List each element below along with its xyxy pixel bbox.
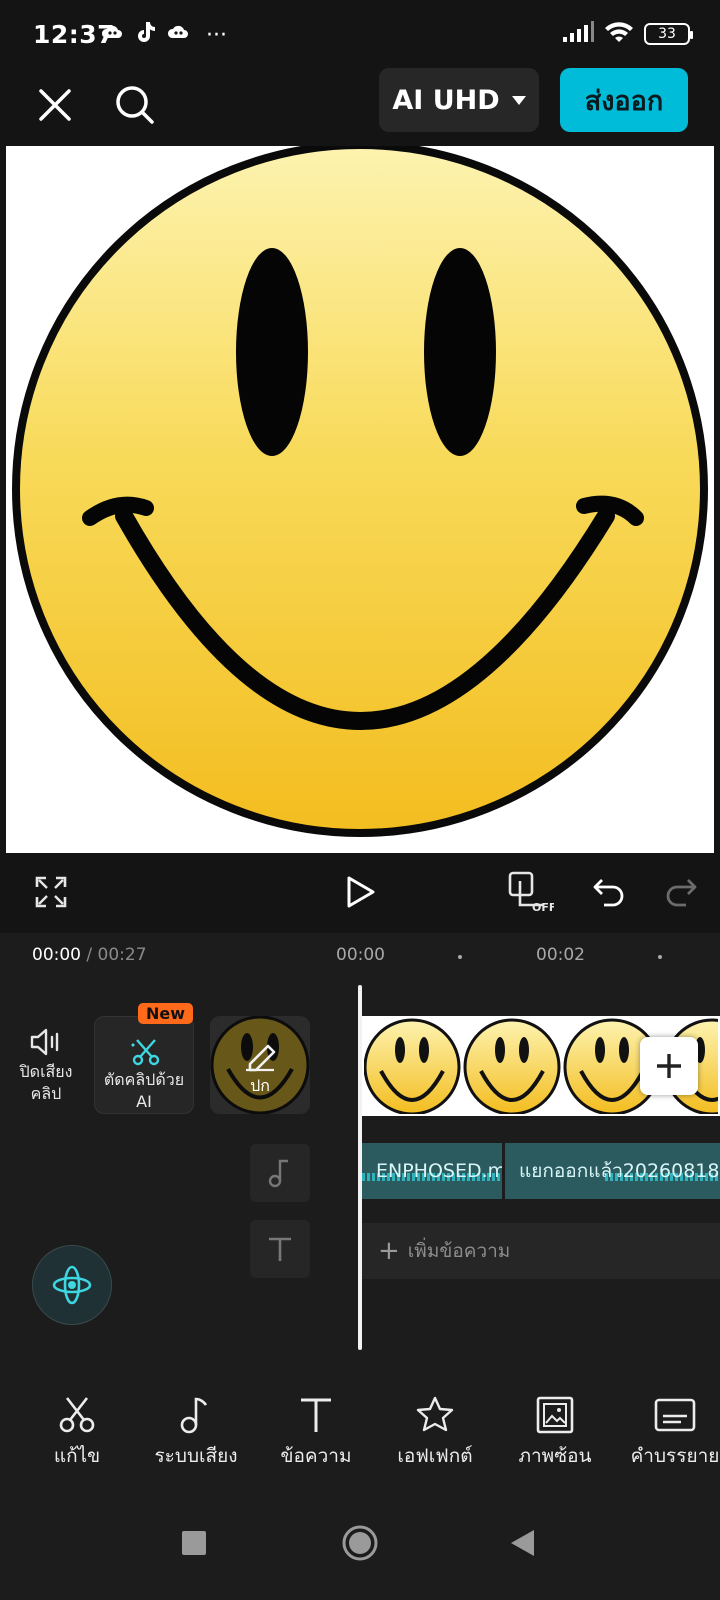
home-circle-icon	[342, 1525, 378, 1561]
scissors-icon	[22, 1393, 132, 1437]
effects-label: เอฟเฟกต์	[397, 1445, 473, 1467]
add-clip-button[interactable]	[640, 1037, 698, 1095]
playhead[interactable]	[358, 985, 362, 1350]
system-icons: 33	[562, 20, 693, 48]
plus-icon	[657, 1054, 681, 1078]
text-label: ข้อความ	[280, 1445, 352, 1467]
edit-label: แก้ไข	[53, 1445, 101, 1467]
effects-tool[interactable]: เอฟเฟกต์	[380, 1393, 490, 1471]
text-tool[interactable]: ข้อความ	[261, 1393, 371, 1471]
text-icon	[261, 1393, 371, 1437]
notification-icons: ···	[100, 20, 227, 52]
overlay-icon	[500, 1393, 610, 1437]
captions-label: คำบรรยาย	[630, 1445, 720, 1467]
back-triangle-icon	[511, 1530, 534, 1556]
ruler-dot	[658, 955, 662, 959]
back-button[interactable]	[492, 1513, 552, 1573]
add-text-track[interactable]: + เพิ่มข้อความ	[362, 1223, 720, 1279]
edit-tool[interactable]: แก้ไข	[22, 1393, 132, 1471]
quality-dropdown[interactable]: AI UHD	[379, 68, 539, 132]
undo-icon[interactable]	[584, 867, 634, 917]
overlay-label: ภาพซ้อน	[518, 1445, 592, 1467]
smiley-face-image	[12, 146, 708, 837]
battery-icon: 33	[644, 23, 693, 45]
cloud-icon	[166, 22, 190, 50]
recents-button[interactable]	[164, 1513, 224, 1573]
search-icon[interactable]	[110, 80, 160, 130]
ruler-label-1: 00:02	[536, 945, 585, 965]
bottom-toolbar: แก้ไข ระบบเสียง ข้อความ เอฟเฟกต์ ภาพซ้อน…	[0, 1353, 720, 1483]
redo-icon[interactable]	[656, 867, 706, 917]
text-icon	[269, 1237, 291, 1261]
audio-clip[interactable]: แยกออกแล้ว20260818	[505, 1143, 720, 1199]
ai-cut-label: ตัดคลิปด้วย AI	[103, 1070, 185, 1111]
home-button[interactable]	[330, 1513, 390, 1573]
cover-button[interactable]: ปก	[210, 1016, 310, 1114]
quality-label: AI UHD	[392, 84, 500, 116]
audio-tool[interactable]: ระบบเสียง	[141, 1393, 251, 1471]
system-navigation-bar	[0, 1483, 720, 1600]
ai-scissors-icon	[129, 1037, 163, 1073]
audio-label: ระบบเสียง	[154, 1445, 238, 1467]
editor-top-toolbar: AI UHD ส่งออก	[0, 66, 720, 146]
signal-icon	[562, 21, 594, 47]
overlay-tool[interactable]: ภาพซ้อน	[500, 1393, 610, 1471]
export-button[interactable]: ส่งออก	[560, 68, 688, 132]
timecode: 00:00 / 00:27	[32, 945, 147, 965]
tiktok-icon	[134, 20, 156, 52]
audio-clip-name: แยกออกแล้ว20260818	[519, 1160, 720, 1182]
cloud-icon	[100, 22, 124, 50]
speaker-icon	[14, 1023, 78, 1061]
music-note-icon	[268, 1159, 288, 1188]
music-note-icon	[141, 1393, 251, 1437]
ruler-label-0: 00:00	[336, 945, 385, 965]
audio-clip-name: ENPHOSED.mp	[376, 1160, 502, 1182]
add-text-side-button[interactable]	[250, 1220, 310, 1278]
chevron-down-icon	[511, 95, 526, 105]
mute-clip-button[interactable]: ปิดเสียงคลิป	[14, 1023, 78, 1105]
fullscreen-icon[interactable]	[26, 867, 76, 917]
new-badge: New	[138, 1003, 194, 1024]
keyframe-off-icon[interactable]: OFF	[506, 867, 556, 917]
ai-assistant-button[interactable]	[32, 1245, 112, 1325]
caption-icon	[620, 1393, 720, 1437]
cover-label: ปก	[250, 1076, 270, 1095]
play-icon[interactable]	[336, 867, 386, 917]
status-bar: 12:37 ··· 33	[0, 0, 720, 66]
add-audio-button[interactable]	[250, 1144, 310, 1202]
total-time: / 00:27	[81, 945, 147, 965]
svg-text:OFF: OFF	[532, 901, 554, 913]
mute-clip-label: ปิดเสียงคลิป	[19, 1062, 73, 1103]
square-icon	[182, 1531, 206, 1555]
captions-tool[interactable]: คำบรรยาย	[620, 1393, 720, 1471]
video-preview[interactable]	[6, 146, 714, 853]
plus-icon: +	[378, 1236, 400, 1266]
add-text-label: เพิ่มข้อความ	[407, 1240, 511, 1262]
audio-clip[interactable]: ENPHOSED.mp	[362, 1143, 502, 1199]
ai-cut-button[interactable]: ตัดคลิปด้วย AI	[94, 1016, 194, 1114]
more-dots: ···	[206, 23, 227, 48]
wifi-icon	[604, 20, 634, 48]
cover-thumbnail	[210, 1016, 310, 1114]
close-icon[interactable]	[30, 80, 80, 130]
playback-controls: OFF	[0, 853, 720, 933]
ruler-dot	[458, 955, 462, 959]
ai-orbit-icon	[52, 1265, 92, 1305]
star-effect-icon	[380, 1393, 490, 1437]
timeline-panel: 00:00 / 00:27 00:00 00:02 ปิดเสียงคลิป ต…	[0, 933, 720, 1353]
current-time: 00:00	[32, 945, 81, 965]
